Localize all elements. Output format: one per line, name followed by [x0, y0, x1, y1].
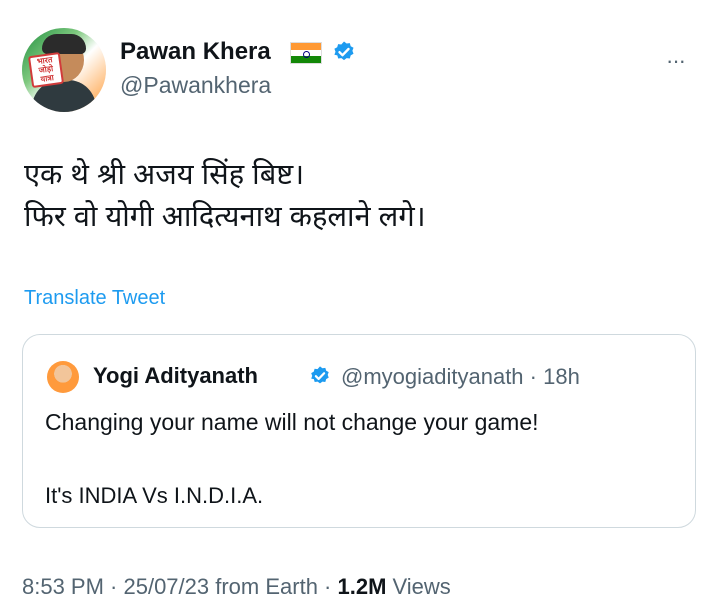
quoted-author-name: Yogi Adityanath: [93, 363, 258, 388]
quoted-text-line: Changing your name will not change your …: [45, 409, 539, 435]
author-avatar[interactable]: भारत जोड़ो यात्रा: [22, 28, 106, 112]
author-name[interactable]: Pawan Khera: [120, 38, 271, 66]
tweet-line: एक थे श्री अजय सिंह बिष्ट।: [24, 159, 305, 191]
views-label: Views: [386, 574, 451, 599]
quoted-author-avatar: [47, 361, 79, 393]
tweet-text: एक थे श्री अजय सिंह बिष्ट। फिर वो योगी आ…: [24, 154, 426, 238]
quoted-author-handle-time: @myogiadityanath · 18h: [341, 364, 580, 389]
avatar-hair: [42, 34, 86, 54]
quoted-text-line: It's INDIA Vs I.N.D.I.A.: [45, 483, 264, 508]
more-options-icon[interactable]: ···: [666, 48, 686, 74]
quoted-tweet[interactable]: Yogi Adityanath @myogiadityanath · 18h C…: [22, 334, 696, 528]
translate-tweet-link[interactable]: Translate Tweet: [24, 287, 165, 310]
india-flag-icon: [290, 42, 322, 64]
quoted-verified-badge-icon: [311, 366, 329, 384]
views-count: 1.2M: [337, 574, 387, 599]
tweet-timestamp[interactable]: 8:53 PM · 25/07/23 from Earth ·: [22, 574, 337, 599]
verified-badge-icon: [334, 41, 354, 61]
tweet-line: फिर वो योगी आदित्यनाथ कहलाने लगे।: [24, 201, 426, 233]
tweet-meta: 8:53 PM · 25/07/23 from Earth · 1.2M Vie…: [22, 574, 451, 600]
avatar-logo-badge: भारत जोड़ो यात्रा: [27, 51, 65, 89]
author-handle[interactable]: @Pawankhera: [120, 72, 271, 99]
